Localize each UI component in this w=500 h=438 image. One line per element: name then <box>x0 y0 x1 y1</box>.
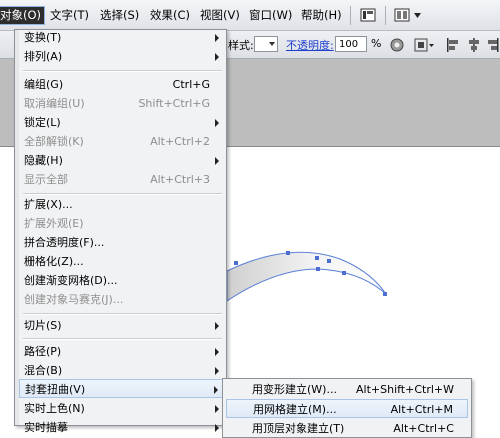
menu-item-live-paint[interactable]: 实时上色(N) <box>19 399 224 418</box>
menu-item-rasterize[interactable]: 栅格化(Z)... <box>19 252 224 271</box>
menu-window[interactable]: 窗口(W) <box>246 7 295 24</box>
percent-label: % <box>371 37 382 50</box>
align-left-icon[interactable] <box>446 37 462 53</box>
menu-item-slice[interactable]: 切片(S) <box>19 316 224 335</box>
menu-item-expand[interactable]: 扩展(X)... <box>19 195 224 214</box>
menu-item-arrange[interactable]: 排列(A) <box>19 47 224 66</box>
submenu-arrow-icon <box>215 367 219 375</box>
submenu-arrow-icon <box>215 322 219 330</box>
menu-view[interactable]: 视图(V) <box>197 7 243 24</box>
submenu-arrow-icon <box>215 424 219 432</box>
submenu-arrow-icon <box>214 386 218 394</box>
style-label: 样式: <box>228 39 254 52</box>
envelope-distort-submenu: 用变形建立(W)... Alt+Shift+Ctrl+W 用网格建立(M)... A… <box>222 378 472 438</box>
menu-object[interactable]: 对象(O) <box>0 6 46 25</box>
submenu-arrow-icon <box>215 119 219 127</box>
menu-separator <box>23 313 222 315</box>
object-menu: 变换(T) 排列(A) 编组(G) Ctrl+G 取消编组(U) Shift+Ctr… <box>14 28 227 434</box>
submenu-arrow-icon <box>215 405 219 413</box>
align-right-icon[interactable] <box>486 37 500 53</box>
menubar-divider <box>385 6 386 25</box>
align-selection-icon[interactable] <box>413 37 435 53</box>
menu-item-unlock-all: 全部解锁(K) Alt+Ctrl+2 <box>24 135 210 148</box>
submenu-item-make-with-mesh[interactable]: 用网格建立(M)... Alt+Ctrl+M <box>226 399 468 418</box>
submenu-arrow-icon <box>215 348 219 356</box>
menu-effect[interactable]: 效果(C) <box>147 7 193 24</box>
menu-bar: 对象(O) 文字(T) 选择(S) 效果(C) 视图(V) 窗口(W) 帮助(H… <box>0 0 500 31</box>
submenu-arrow-icon <box>215 34 219 42</box>
menu-item-blend[interactable]: 混合(B) <box>19 361 224 380</box>
arrange-documents-icon[interactable] <box>394 8 410 22</box>
menu-help[interactable]: 帮助(H) <box>298 7 345 24</box>
menu-item-lock[interactable]: 锁定(L) <box>19 113 224 132</box>
menu-item-create-object-mosaic: 创建对象马赛克(J)... <box>24 293 124 306</box>
opacity-link[interactable]: 不透明度: <box>286 37 334 53</box>
menu-item-envelope-distort[interactable]: 封套扭曲(V) <box>19 379 224 398</box>
submenu-arrow-icon <box>215 53 219 61</box>
menu-item-group[interactable]: 编组(G) Ctrl+G <box>19 75 224 94</box>
menu-select[interactable]: 选择(S) <box>97 7 142 24</box>
submenu-arrow-icon <box>215 157 219 165</box>
menu-separator <box>23 70 222 72</box>
align-center-icon[interactable] <box>466 37 482 53</box>
opacity-input[interactable]: 100 <box>335 36 367 52</box>
menu-item-show-all: 显示全部 Alt+Ctrl+3 <box>24 173 210 186</box>
chevron-down-icon[interactable] <box>414 13 421 18</box>
menu-item-hide[interactable]: 隐藏(H) <box>19 151 224 170</box>
menu-separator <box>23 338 222 340</box>
menu-item-live-trace[interactable]: 实时描摹 <box>19 418 224 437</box>
menu-item-flatten-transparency[interactable]: 拼合透明度(F)... <box>19 233 224 252</box>
recolor-artwork-icon[interactable] <box>389 37 405 53</box>
bridge-icon[interactable] <box>360 8 376 22</box>
submenu-item-make-with-top-object[interactable]: 用顶层对象建立(T) Alt+Ctrl+C <box>226 419 468 438</box>
chevron-down-icon <box>269 42 275 46</box>
style-swatch[interactable] <box>254 36 278 52</box>
menu-item-transform[interactable]: 变换(T) <box>19 28 224 47</box>
submenu-item-make-with-warp[interactable]: 用变形建立(W)... Alt+Shift+Ctrl+W <box>226 380 468 399</box>
menu-item-ungroup: 取消编组(U) Shift+Ctrl+G <box>24 97 210 110</box>
menu-item-create-gradient-mesh[interactable]: 创建渐变网格(D)... <box>19 271 224 290</box>
menu-type[interactable]: 文字(T) <box>47 7 92 24</box>
menu-item-expand-appearance: 扩展外观(E) <box>24 217 84 230</box>
menu-item-path[interactable]: 路径(P) <box>19 342 224 361</box>
menubar-divider <box>350 6 351 25</box>
